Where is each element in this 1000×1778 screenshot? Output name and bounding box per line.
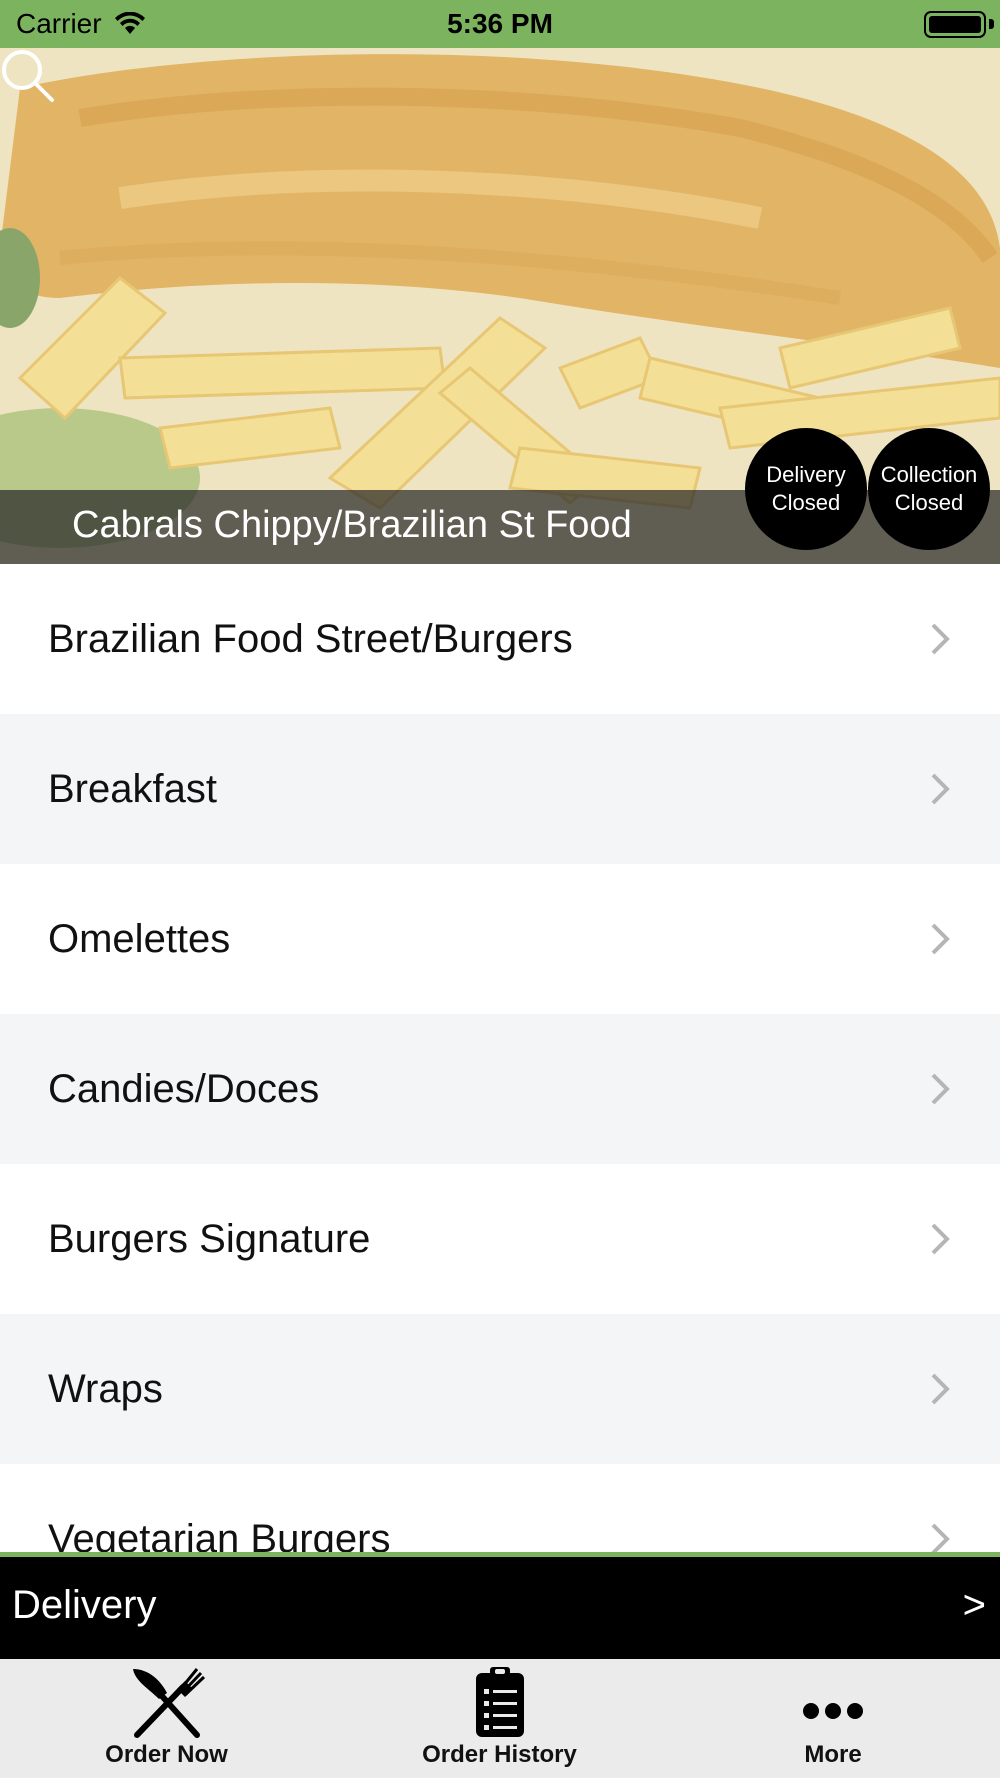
delivery-status-line1: Delivery (766, 462, 846, 487)
delivery-status-badge: Delivery Closed (745, 428, 867, 550)
restaurant-name: Cabrals Chippy/Brazilian St Food (72, 504, 632, 546)
menu-item-breakfast[interactable]: Breakfast (0, 714, 1000, 864)
menu-item-omelettes[interactable]: Omelettes (0, 864, 1000, 1014)
menu-item-label: Burgers Signature (48, 1216, 371, 1261)
menu-item-label: Candies/Doces (48, 1066, 320, 1111)
menu-item-label: Omelettes (48, 916, 231, 961)
chevron-right-icon (931, 1373, 950, 1405)
menu-item-candies-doces[interactable]: Candies/Doces (0, 1014, 1000, 1164)
search-button[interactable] (0, 48, 56, 104)
menu-item-label: Vegetarian Burgers (48, 1516, 391, 1557)
chevron-right-icon (931, 923, 950, 955)
collection-status-line2: Closed (894, 490, 964, 515)
delivery-mode-bar[interactable]: Delivery > (0, 1557, 1000, 1659)
tab-label: More (804, 1741, 862, 1768)
menu-item-vegetarian-burgers[interactable]: Vegetarian Burgers (0, 1464, 1000, 1556)
delivery-mode-label: Delivery (12, 1583, 157, 1627)
clipboard-list-icon (475, 1667, 524, 1737)
chevron-right-icon (931, 1223, 950, 1255)
chevron-right-icon (931, 1523, 950, 1555)
chevron-right-icon (931, 773, 950, 805)
menu-item-wraps[interactable]: Wraps (0, 1314, 1000, 1464)
more-dots-icon (803, 1703, 863, 1719)
menu-item-burgers-signature[interactable]: Burgers Signature (0, 1164, 1000, 1314)
delivery-status-line2: Closed (771, 490, 841, 515)
tab-more[interactable]: More (666, 1659, 1000, 1778)
hero-banner: Cabrals Chippy/Brazilian St Food Deliver… (0, 48, 1000, 564)
menu-category-list: Brazilian Food Street/Burgers Breakfast … (0, 564, 1000, 1556)
status-time: 5:36 PM (447, 8, 553, 39)
battery-icon (924, 11, 986, 38)
chevron-right-icon (931, 1073, 950, 1105)
fork-knife-icon (132, 1668, 205, 1738)
tab-order-now[interactable]: Order Now (0, 1659, 333, 1778)
status-bar: Carrier 5:36 PM (0, 0, 1000, 48)
tab-order-history[interactable]: Order History (333, 1659, 666, 1778)
collection-status-line1: Collection (880, 462, 978, 487)
menu-item-brazilian-food-street-burgers[interactable]: Brazilian Food Street/Burgers (0, 564, 1000, 714)
menu-item-label: Wraps (48, 1366, 163, 1411)
menu-item-label: Breakfast (48, 766, 217, 811)
bottom-tab-bar: Order Now Order History More (0, 1659, 1000, 1778)
tab-label: Order History (422, 1741, 577, 1768)
chevron-right-icon (931, 623, 950, 655)
tab-label: Order Now (105, 1741, 228, 1768)
menu-item-label: Brazilian Food Street/Burgers (48, 616, 573, 661)
collection-status-badge: Collection Closed (868, 428, 990, 550)
delivery-arrow: > (962, 1583, 986, 1627)
